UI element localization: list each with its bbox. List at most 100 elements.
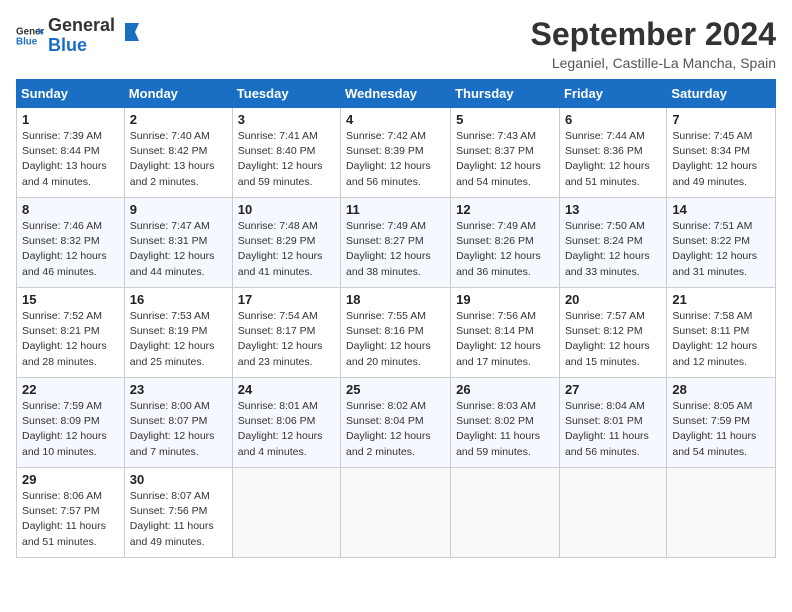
calendar-cell: 27 Sunrise: 8:04 AM Sunset: 8:01 PM Dayli…	[559, 378, 666, 468]
day-number: 1	[22, 112, 119, 127]
day-info: Sunrise: 7:43 AM Sunset: 8:37 PM Dayligh…	[456, 129, 554, 190]
day-info: Sunrise: 7:53 AM Sunset: 8:19 PM Dayligh…	[130, 309, 227, 370]
day-info: Sunrise: 8:06 AM Sunset: 7:57 PM Dayligh…	[22, 489, 119, 550]
calendar-cell: 20 Sunrise: 7:57 AM Sunset: 8:12 PM Dayli…	[559, 288, 666, 378]
week-row-5: 29Sunrise: 8:06 AM Sunset: 7:57 PM Dayli…	[17, 468, 776, 558]
day-info: Sunrise: 7:47 AM Sunset: 8:31 PM Dayligh…	[130, 219, 227, 280]
day-number: 11	[346, 202, 445, 217]
page-header: General Blue General Blue September 2024…	[16, 16, 776, 71]
week-row-2: 8Sunrise: 7:46 AM Sunset: 8:32 PM Daylig…	[17, 198, 776, 288]
day-number: 27	[565, 382, 661, 397]
col-header-friday: Friday	[559, 80, 666, 108]
calendar-cell: 4 Sunrise: 7:42 AM Sunset: 8:39 PM Daylig…	[341, 108, 451, 198]
day-number: 4	[346, 112, 445, 127]
logo-blue: Blue	[48, 36, 115, 56]
day-info: Sunrise: 7:52 AM Sunset: 8:21 PM Dayligh…	[22, 309, 119, 370]
day-number: 7	[672, 112, 770, 127]
calendar-header-row: SundayMondayTuesdayWednesdayThursdayFrid…	[17, 80, 776, 108]
calendar-cell: 10Sunrise: 7:48 AM Sunset: 8:29 PM Dayli…	[232, 198, 340, 288]
day-number: 30	[130, 472, 227, 487]
calendar-cell: 5Sunrise: 7:43 AM Sunset: 8:37 PM Daylig…	[451, 108, 560, 198]
day-number: 18	[346, 292, 445, 307]
day-number: 14	[672, 202, 770, 217]
calendar-cell: 13Sunrise: 7:50 AM Sunset: 8:24 PM Dayli…	[559, 198, 666, 288]
day-info: Sunrise: 8:01 AM Sunset: 8:06 PM Dayligh…	[238, 399, 335, 460]
day-number: 21	[672, 292, 770, 307]
day-info: Sunrise: 7:48 AM Sunset: 8:29 PM Dayligh…	[238, 219, 335, 280]
calendar-cell: 21Sunrise: 7:58 AM Sunset: 8:11 PM Dayli…	[667, 288, 776, 378]
calendar-cell: 15 Sunrise: 7:52 AM Sunset: 8:21 PM Dayli…	[17, 288, 125, 378]
day-info: Sunrise: 7:40 AM Sunset: 8:42 PM Dayligh…	[130, 129, 227, 190]
calendar-cell	[232, 468, 340, 558]
day-info: Sunrise: 7:50 AM Sunset: 8:24 PM Dayligh…	[565, 219, 661, 280]
week-row-1: 1 Sunrise: 7:39 AM Sunset: 8:44 PM Daylig…	[17, 108, 776, 198]
col-header-wednesday: Wednesday	[341, 80, 451, 108]
day-info: Sunrise: 8:07 AM Sunset: 7:56 PM Dayligh…	[130, 489, 227, 550]
calendar-cell: 24 Sunrise: 8:01 AM Sunset: 8:06 PM Dayli…	[232, 378, 340, 468]
day-info: Sunrise: 7:57 AM Sunset: 8:12 PM Dayligh…	[565, 309, 661, 370]
day-info: Sunrise: 7:41 AM Sunset: 8:40 PM Dayligh…	[238, 129, 335, 190]
day-info: Sunrise: 8:00 AM Sunset: 8:07 PM Dayligh…	[130, 399, 227, 460]
calendar-cell: 14 Sunrise: 7:51 AM Sunset: 8:22 PM Dayli…	[667, 198, 776, 288]
day-info: Sunrise: 7:55 AM Sunset: 8:16 PM Dayligh…	[346, 309, 445, 370]
week-row-4: 22 Sunrise: 7:59 AM Sunset: 8:09 PM Dayli…	[17, 378, 776, 468]
day-info: Sunrise: 7:51 AM Sunset: 8:22 PM Dayligh…	[672, 219, 770, 280]
calendar-cell: 23 Sunrise: 8:00 AM Sunset: 8:07 PM Dayli…	[124, 378, 232, 468]
day-info: Sunrise: 7:59 AM Sunset: 8:09 PM Dayligh…	[22, 399, 119, 460]
calendar-cell: 29Sunrise: 8:06 AM Sunset: 7:57 PM Dayli…	[17, 468, 125, 558]
day-info: Sunrise: 8:05 AM Sunset: 7:59 PM Dayligh…	[672, 399, 770, 460]
day-number: 6	[565, 112, 661, 127]
day-info: Sunrise: 8:04 AM Sunset: 8:01 PM Dayligh…	[565, 399, 661, 460]
day-number: 17	[238, 292, 335, 307]
day-number: 23	[130, 382, 227, 397]
calendar-cell: 1 Sunrise: 7:39 AM Sunset: 8:44 PM Daylig…	[17, 108, 125, 198]
location-subtitle: Leganiel, Castille-La Mancha, Spain	[531, 55, 776, 71]
day-info: Sunrise: 8:03 AM Sunset: 8:02 PM Dayligh…	[456, 399, 554, 460]
calendar-cell: 16 Sunrise: 7:53 AM Sunset: 8:19 PM Dayli…	[124, 288, 232, 378]
svg-text:Blue: Blue	[16, 36, 38, 47]
day-number: 22	[22, 382, 119, 397]
calendar-cell: 17 Sunrise: 7:54 AM Sunset: 8:17 PM Dayli…	[232, 288, 340, 378]
day-number: 16	[130, 292, 227, 307]
calendar-cell	[667, 468, 776, 558]
calendar-cell: 26 Sunrise: 8:03 AM Sunset: 8:02 PM Dayli…	[451, 378, 560, 468]
calendar-cell	[559, 468, 666, 558]
day-number: 12	[456, 202, 554, 217]
day-number: 19	[456, 292, 554, 307]
logo-flag-icon	[121, 21, 143, 43]
day-number: 24	[238, 382, 335, 397]
calendar-cell: 28 Sunrise: 8:05 AM Sunset: 7:59 PM Dayli…	[667, 378, 776, 468]
calendar-cell: 2 Sunrise: 7:40 AM Sunset: 8:42 PM Daylig…	[124, 108, 232, 198]
calendar-cell: 25Sunrise: 8:02 AM Sunset: 8:04 PM Dayli…	[341, 378, 451, 468]
day-number: 8	[22, 202, 119, 217]
calendar-cell: 30 Sunrise: 8:07 AM Sunset: 7:56 PM Dayli…	[124, 468, 232, 558]
day-info: Sunrise: 7:54 AM Sunset: 8:17 PM Dayligh…	[238, 309, 335, 370]
month-title: September 2024	[531, 16, 776, 53]
logo-icon: General Blue	[16, 22, 44, 50]
col-header-monday: Monday	[124, 80, 232, 108]
day-number: 26	[456, 382, 554, 397]
day-number: 28	[672, 382, 770, 397]
day-number: 2	[130, 112, 227, 127]
calendar-cell: 19Sunrise: 7:56 AM Sunset: 8:14 PM Dayli…	[451, 288, 560, 378]
logo: General Blue General Blue	[16, 16, 143, 56]
day-number: 15	[22, 292, 119, 307]
calendar-cell: 6Sunrise: 7:44 AM Sunset: 8:36 PM Daylig…	[559, 108, 666, 198]
col-header-sunday: Sunday	[17, 80, 125, 108]
col-header-tuesday: Tuesday	[232, 80, 340, 108]
calendar-table: SundayMondayTuesdayWednesdayThursdayFrid…	[16, 79, 776, 558]
calendar-cell: 18 Sunrise: 7:55 AM Sunset: 8:16 PM Dayli…	[341, 288, 451, 378]
day-info: Sunrise: 7:42 AM Sunset: 8:39 PM Dayligh…	[346, 129, 445, 190]
title-block: September 2024 Leganiel, Castille-La Man…	[531, 16, 776, 71]
day-info: Sunrise: 7:49 AM Sunset: 8:26 PM Dayligh…	[456, 219, 554, 280]
col-header-thursday: Thursday	[451, 80, 560, 108]
day-number: 20	[565, 292, 661, 307]
day-info: Sunrise: 7:45 AM Sunset: 8:34 PM Dayligh…	[672, 129, 770, 190]
logo-general: General	[48, 16, 115, 36]
calendar-cell	[341, 468, 451, 558]
calendar-cell: 7 Sunrise: 7:45 AM Sunset: 8:34 PM Daylig…	[667, 108, 776, 198]
day-info: Sunrise: 8:02 AM Sunset: 8:04 PM Dayligh…	[346, 399, 445, 460]
calendar-cell: 12 Sunrise: 7:49 AM Sunset: 8:26 PM Dayli…	[451, 198, 560, 288]
day-number: 9	[130, 202, 227, 217]
day-info: Sunrise: 7:39 AM Sunset: 8:44 PM Dayligh…	[22, 129, 119, 190]
